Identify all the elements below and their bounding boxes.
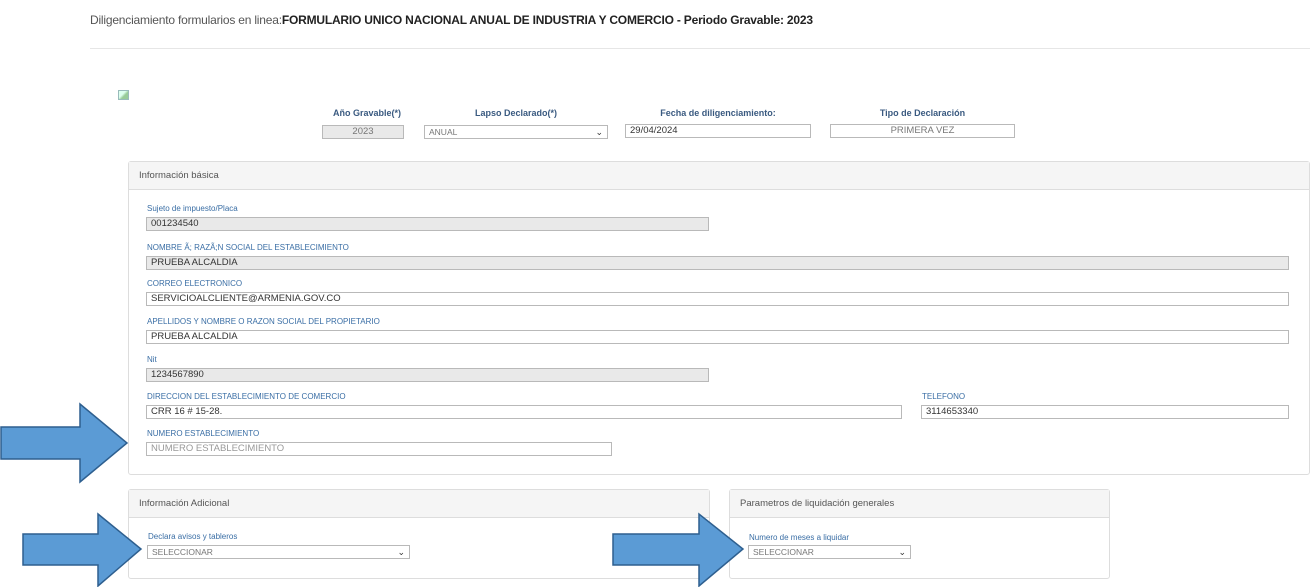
page-title: Diligenciamiento formularios en linea:FO… <box>90 13 813 27</box>
business-name-field: PRUEBA ALCALDIA <box>146 256 1289 270</box>
establishment-number-input[interactable]: NUMERO ESTABLECIMIENTO <box>146 442 612 456</box>
phone-label: TELEFONO <box>922 392 966 401</box>
subject-field: 001234540 <box>146 217 709 231</box>
months-select[interactable]: SELECCIONAR ⌄ <box>748 545 911 559</box>
owner-field[interactable]: PRUEBA ALCALDIA <box>146 330 1289 344</box>
declaration-type-label: Tipo de Declaración <box>879 108 966 118</box>
header-divider <box>90 48 1310 49</box>
months-label: Numero de meses a liquidar <box>749 533 850 542</box>
address-field[interactable]: CRR 16 # 15-28. <box>146 405 902 419</box>
address-label: DIRECCION DEL ESTABLECIMIENTO DE COMERCI… <box>147 392 346 401</box>
chevron-down-icon: ⌄ <box>595 127 603 137</box>
chevron-down-icon: ⌄ <box>898 547 906 557</box>
email-field[interactable]: SERVICIOALCLIENTE@ARMENIA.GOV.CO <box>146 292 1289 306</box>
basic-info-header: Información básica <box>129 162 1309 190</box>
arrow-annotation-icon <box>0 402 129 484</box>
arrow-annotation-icon <box>22 512 143 587</box>
liquidation-params-header: Parametros de liquidación generales <box>730 490 1109 518</box>
establishment-number-label: NUMERO ESTABLECIMIENTO <box>147 429 260 438</box>
declaration-type-field: PRIMERA VEZ <box>830 124 1015 138</box>
owner-label: APELLIDOS Y NOMBRE O RAZON SOCIAL DEL PR… <box>147 317 380 326</box>
year-field: 2023 <box>322 125 404 139</box>
nit-label: Nit <box>147 355 157 364</box>
business-name-label: NOMBRE Ã; RAZÃ;N SOCIAL DEL ESTABLECIMIE… <box>147 243 349 252</box>
arrow-annotation-icon <box>612 512 745 587</box>
ads-select[interactable]: SELECCIONAR ⌄ <box>147 545 410 559</box>
date-label: Fecha de diligenciamiento: <box>660 108 776 118</box>
nit-field: 1234567890 <box>146 368 709 382</box>
broken-image-icon <box>118 90 129 100</box>
year-label: Año Gravable(*) <box>332 108 401 118</box>
lapse-select[interactable]: ANUAL ⌄ <box>424 125 608 139</box>
lapse-label: Lapso Declarado(*) <box>474 108 558 118</box>
ads-label: Declara avisos y tableros <box>148 532 238 541</box>
date-field[interactable]: 29/04/2024 <box>625 124 811 138</box>
phone-field[interactable]: 3114653340 <box>921 405 1289 419</box>
email-label: CORREO ELECTRONICO <box>147 279 243 288</box>
chevron-down-icon: ⌄ <box>397 547 405 557</box>
subject-label: Sujeto de impuesto/Placa <box>147 204 238 213</box>
